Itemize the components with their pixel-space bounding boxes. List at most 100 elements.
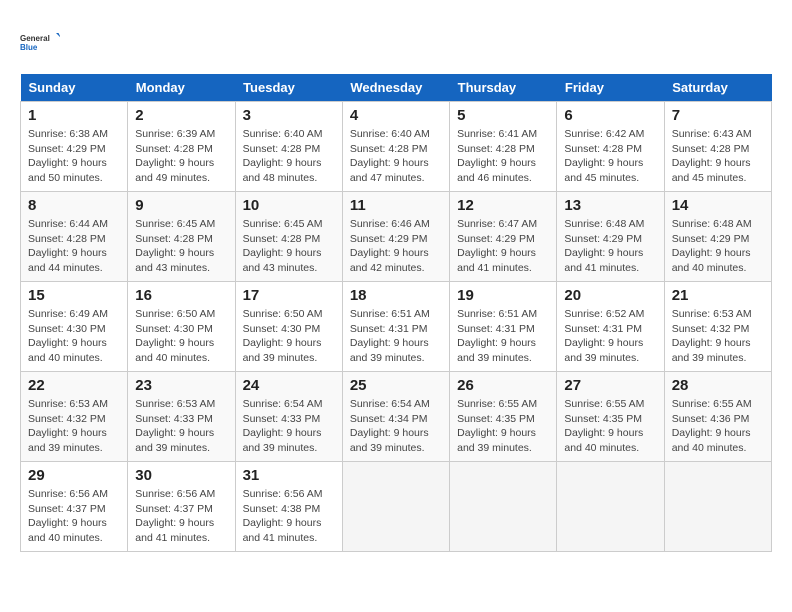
day-number: 29 [28,467,120,484]
calendar-table: SundayMondayTuesdayWednesdayThursdayFrid… [20,74,772,552]
day-info: Sunrise: 6:42 AMSunset: 4:28 PMDaylight:… [564,127,656,186]
calendar-cell: 28 Sunrise: 6:55 AMSunset: 4:36 PMDaylig… [664,372,771,462]
calendar-cell: 13 Sunrise: 6:48 AMSunset: 4:29 PMDaylig… [557,192,664,282]
calendar-week-row: 29 Sunrise: 6:56 AMSunset: 4:37 PMDaylig… [21,462,772,552]
day-info: Sunrise: 6:53 AMSunset: 4:32 PMDaylight:… [28,397,120,456]
calendar-cell: 14 Sunrise: 6:48 AMSunset: 4:29 PMDaylig… [664,192,771,282]
calendar-cell: 11 Sunrise: 6:46 AMSunset: 4:29 PMDaylig… [342,192,449,282]
calendar-cell: 2 Sunrise: 6:39 AMSunset: 4:28 PMDayligh… [128,102,235,192]
day-info: Sunrise: 6:40 AMSunset: 4:28 PMDaylight:… [350,127,442,186]
day-number: 23 [135,377,227,394]
calendar-cell: 9 Sunrise: 6:45 AMSunset: 4:28 PMDayligh… [128,192,235,282]
calendar-cell: 18 Sunrise: 6:51 AMSunset: 4:31 PMDaylig… [342,282,449,372]
day-number: 4 [350,107,442,124]
page-header: General Blue [20,20,772,64]
day-number: 25 [350,377,442,394]
day-number: 9 [135,197,227,214]
day-info: Sunrise: 6:54 AMSunset: 4:34 PMDaylight:… [350,397,442,456]
svg-text:General: General [20,34,50,43]
calendar-cell: 7 Sunrise: 6:43 AMSunset: 4:28 PMDayligh… [664,102,771,192]
day-number: 19 [457,287,549,304]
calendar-cell: 19 Sunrise: 6:51 AMSunset: 4:31 PMDaylig… [450,282,557,372]
day-info: Sunrise: 6:45 AMSunset: 4:28 PMDaylight:… [135,217,227,276]
calendar-cell: 26 Sunrise: 6:55 AMSunset: 4:35 PMDaylig… [450,372,557,462]
day-info: Sunrise: 6:54 AMSunset: 4:33 PMDaylight:… [243,397,335,456]
day-number: 14 [672,197,764,214]
calendar-cell: 12 Sunrise: 6:47 AMSunset: 4:29 PMDaylig… [450,192,557,282]
day-number: 2 [135,107,227,124]
day-number: 30 [135,467,227,484]
day-number: 3 [243,107,335,124]
day-info: Sunrise: 6:55 AMSunset: 4:36 PMDaylight:… [672,397,764,456]
day-info: Sunrise: 6:53 AMSunset: 4:32 PMDaylight:… [672,307,764,366]
calendar-cell: 3 Sunrise: 6:40 AMSunset: 4:28 PMDayligh… [235,102,342,192]
calendar-day-header: Thursday [450,74,557,102]
day-number: 21 [672,287,764,304]
day-number: 22 [28,377,120,394]
day-info: Sunrise: 6:45 AMSunset: 4:28 PMDaylight:… [243,217,335,276]
calendar-week-row: 15 Sunrise: 6:49 AMSunset: 4:30 PMDaylig… [21,282,772,372]
day-info: Sunrise: 6:50 AMSunset: 4:30 PMDaylight:… [135,307,227,366]
day-number: 28 [672,377,764,394]
calendar-cell: 25 Sunrise: 6:54 AMSunset: 4:34 PMDaylig… [342,372,449,462]
day-number: 7 [672,107,764,124]
day-info: Sunrise: 6:39 AMSunset: 4:28 PMDaylight:… [135,127,227,186]
calendar-cell: 30 Sunrise: 6:56 AMSunset: 4:37 PMDaylig… [128,462,235,552]
calendar-cell: 23 Sunrise: 6:53 AMSunset: 4:33 PMDaylig… [128,372,235,462]
day-info: Sunrise: 6:44 AMSunset: 4:28 PMDaylight:… [28,217,120,276]
day-number: 31 [243,467,335,484]
calendar-cell: 31 Sunrise: 6:56 AMSunset: 4:38 PMDaylig… [235,462,342,552]
day-info: Sunrise: 6:53 AMSunset: 4:33 PMDaylight:… [135,397,227,456]
day-info: Sunrise: 6:38 AMSunset: 4:29 PMDaylight:… [28,127,120,186]
day-number: 17 [243,287,335,304]
calendar-week-row: 1 Sunrise: 6:38 AMSunset: 4:29 PMDayligh… [21,102,772,192]
calendar-week-row: 22 Sunrise: 6:53 AMSunset: 4:32 PMDaylig… [21,372,772,462]
day-number: 5 [457,107,549,124]
calendar-day-header: Saturday [664,74,771,102]
logo: General Blue [20,20,60,64]
day-info: Sunrise: 6:43 AMSunset: 4:28 PMDaylight:… [672,127,764,186]
calendar-cell [342,462,449,552]
day-info: Sunrise: 6:47 AMSunset: 4:29 PMDaylight:… [457,217,549,276]
day-info: Sunrise: 6:48 AMSunset: 4:29 PMDaylight:… [672,217,764,276]
day-number: 18 [350,287,442,304]
calendar-cell: 29 Sunrise: 6:56 AMSunset: 4:37 PMDaylig… [21,462,128,552]
calendar-cell: 8 Sunrise: 6:44 AMSunset: 4:28 PMDayligh… [21,192,128,282]
calendar-cell: 1 Sunrise: 6:38 AMSunset: 4:29 PMDayligh… [21,102,128,192]
day-number: 10 [243,197,335,214]
day-number: 26 [457,377,549,394]
day-number: 6 [564,107,656,124]
svg-text:Blue: Blue [20,43,38,52]
calendar-week-row: 8 Sunrise: 6:44 AMSunset: 4:28 PMDayligh… [21,192,772,282]
day-number: 20 [564,287,656,304]
calendar-cell [664,462,771,552]
day-info: Sunrise: 6:41 AMSunset: 4:28 PMDaylight:… [457,127,549,186]
calendar-cell [450,462,557,552]
day-info: Sunrise: 6:55 AMSunset: 4:35 PMDaylight:… [457,397,549,456]
day-info: Sunrise: 6:51 AMSunset: 4:31 PMDaylight:… [350,307,442,366]
calendar-cell: 15 Sunrise: 6:49 AMSunset: 4:30 PMDaylig… [21,282,128,372]
calendar-cell: 5 Sunrise: 6:41 AMSunset: 4:28 PMDayligh… [450,102,557,192]
calendar-cell: 21 Sunrise: 6:53 AMSunset: 4:32 PMDaylig… [664,282,771,372]
calendar-cell: 27 Sunrise: 6:55 AMSunset: 4:35 PMDaylig… [557,372,664,462]
calendar-header-row: SundayMondayTuesdayWednesdayThursdayFrid… [21,74,772,102]
calendar-day-header: Sunday [21,74,128,102]
day-info: Sunrise: 6:46 AMSunset: 4:29 PMDaylight:… [350,217,442,276]
day-info: Sunrise: 6:40 AMSunset: 4:28 PMDaylight:… [243,127,335,186]
day-number: 8 [28,197,120,214]
day-number: 27 [564,377,656,394]
calendar-day-header: Monday [128,74,235,102]
logo-svg: General Blue [20,20,60,64]
calendar-cell: 17 Sunrise: 6:50 AMSunset: 4:30 PMDaylig… [235,282,342,372]
day-info: Sunrise: 6:56 AMSunset: 4:37 PMDaylight:… [28,487,120,546]
day-number: 15 [28,287,120,304]
day-info: Sunrise: 6:56 AMSunset: 4:37 PMDaylight:… [135,487,227,546]
calendar-cell: 16 Sunrise: 6:50 AMSunset: 4:30 PMDaylig… [128,282,235,372]
calendar-cell: 22 Sunrise: 6:53 AMSunset: 4:32 PMDaylig… [21,372,128,462]
day-number: 13 [564,197,656,214]
calendar-day-header: Wednesday [342,74,449,102]
day-info: Sunrise: 6:56 AMSunset: 4:38 PMDaylight:… [243,487,335,546]
calendar-day-header: Friday [557,74,664,102]
day-info: Sunrise: 6:50 AMSunset: 4:30 PMDaylight:… [243,307,335,366]
day-number: 12 [457,197,549,214]
